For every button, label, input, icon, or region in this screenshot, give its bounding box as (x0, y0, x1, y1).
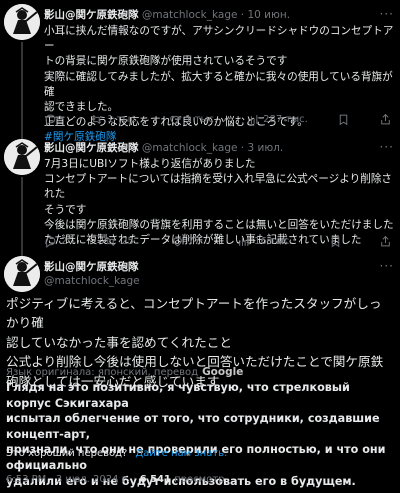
like-button[interactable]: 77 (171, 235, 201, 248)
tweet-date[interactable]: · 10 июн. (241, 9, 290, 21)
author-name[interactable]: 影山@関ケ原鉄砲隊 (44, 142, 139, 154)
retweet-icon (91, 114, 102, 124)
like-count: 1 тыс. (185, 113, 218, 125)
thread-line (21, 42, 23, 139)
tweet-line: そうです (44, 203, 87, 216)
author-name[interactable]: 影山@関ケ原鉄砲隊 (44, 9, 139, 21)
more-icon[interactable]: ··· (380, 259, 394, 273)
heart-icon (170, 115, 179, 124)
retweet-count: 1 тыс. (107, 113, 140, 125)
reply-icon (45, 236, 56, 248)
chart-icon (239, 236, 249, 246)
author-name[interactable]: 影山@関ケ原鉄砲隊 (44, 260, 394, 274)
views-button[interactable]: 287 тыс. (246, 113, 308, 126)
tweet-line: ポジティブに考えると、コンセプトアートを作ったスタッフがしっかり確 (6, 296, 382, 331)
views-label: просмотр (174, 474, 225, 485)
views-count: 6 541 (139, 474, 171, 485)
author-handle[interactable]: @matchlock_kage (44, 274, 394, 288)
tweet-line: 小耳に挟んだ情報なのですが、アサシンクリードシャドウのコンセプトアー (44, 25, 394, 53)
bookmark-button[interactable] (337, 113, 350, 126)
views-count: 16 тыс. (254, 235, 293, 247)
translation-line: Глядя на это позитивно, я чувствую, что … (6, 381, 350, 410)
tweet-text: 小耳に挟んだ情報なのですが、アサシンクリードシャドウのコンセプトアー トの背景に… (44, 24, 394, 146)
translation-notice: Язык оригинала: японский, перевод Google (6, 366, 243, 378)
share-button[interactable] (379, 235, 392, 248)
bookmark-icon (339, 114, 348, 125)
tweet-actions: 1 тыс. 1 тыс. 287 тыс. (44, 112, 392, 126)
tweet-meta: 6:53 PM · 3 июл. 2024 г. · 6 541 просмот… (6, 474, 225, 485)
heart-icon (172, 237, 182, 246)
tweet-line: トの背景に関ケ原鉄砲隊が使用されているそうです (44, 55, 288, 68)
share-button[interactable] (379, 113, 392, 126)
translation-feedback: Это хороший перевод? Дайте нам знать: (6, 448, 227, 459)
tweet-line: 今後は関ケ原鉄砲隊の背旗を利用することは無いと回答をいただけました (44, 218, 394, 231)
avatar[interactable] (4, 139, 40, 175)
author-handle[interactable]: @matchlock_kage (142, 142, 238, 154)
thread-line (21, 177, 23, 256)
feedback-question: Это хороший перевод? (6, 448, 128, 459)
tweet-actions: 2 25 77 16 тыс. (44, 234, 392, 248)
tweet-line: コンセプトアートについては指摘を受け入れ早急に公式ページより削除された (44, 173, 393, 201)
more-icon[interactable]: ··· (380, 7, 394, 21)
like-button[interactable]: 1 тыс. (168, 113, 217, 126)
reply-button[interactable] (44, 113, 61, 126)
tweet-header: 影山@関ケ原鉄砲隊 @matchlock_kage · 10 июн. (44, 8, 394, 22)
bookmark-button[interactable] (329, 235, 342, 248)
views-count: 287 тыс. (263, 113, 308, 125)
retweet-button[interactable]: 25 (104, 235, 134, 248)
translation-line: испытал облегчение от того, что сотрудни… (6, 412, 380, 441)
share-icon (381, 235, 390, 246)
tweet-timestamp[interactable]: 6:53 PM · 3 июл. 2024 г. · (6, 474, 136, 485)
tweet-2[interactable]: 影山@関ケ原鉄砲隊 @matchlock_kage · 3 июл. ··· 7… (44, 140, 394, 248)
chart-icon (248, 114, 258, 124)
share-icon (381, 113, 390, 124)
more-icon[interactable]: ··· (380, 140, 394, 154)
author-handle[interactable]: @matchlock_kage (142, 9, 238, 21)
feedback-link[interactable]: Дайте нам знать: (135, 448, 227, 459)
tweet-line: 7月3日にUBIソフト様より返信がありました (44, 158, 256, 170)
translation-label: Язык оригинала: японский, перевод (6, 366, 199, 378)
retweet-button[interactable]: 1 тыс. (90, 113, 139, 126)
reply-count: 2 (61, 235, 68, 247)
retweet-icon (105, 236, 116, 246)
retweet-count: 25 (121, 235, 134, 247)
avatar[interactable] (4, 4, 40, 40)
avatar[interactable] (4, 256, 40, 292)
tweet-line: 実際に確認してみましたが、拡大すると確かに我々の使用している背旗が確 (44, 70, 393, 98)
google-logo: Google (202, 366, 244, 378)
tweet-date[interactable]: · 3 июл. (241, 142, 283, 154)
like-count: 77 (187, 235, 201, 247)
tweet-line: 認していなかった事を認めてくれたこと (6, 334, 232, 350)
tweet-header: 影山@関ケ原鉄砲隊 @matchlock_kage · 3 июл. (44, 141, 394, 155)
bookmark-icon (331, 236, 340, 247)
translation-text: Глядя на это позитивно, я чувствую, что … (6, 380, 392, 489)
main-tweet-author: 影山@関ケ原鉄砲隊 @matchlock_kage ··· (44, 259, 394, 288)
views-button[interactable]: 16 тыс. (237, 235, 292, 248)
reply-button[interactable]: 2 (44, 235, 67, 248)
reply-icon (45, 114, 56, 126)
